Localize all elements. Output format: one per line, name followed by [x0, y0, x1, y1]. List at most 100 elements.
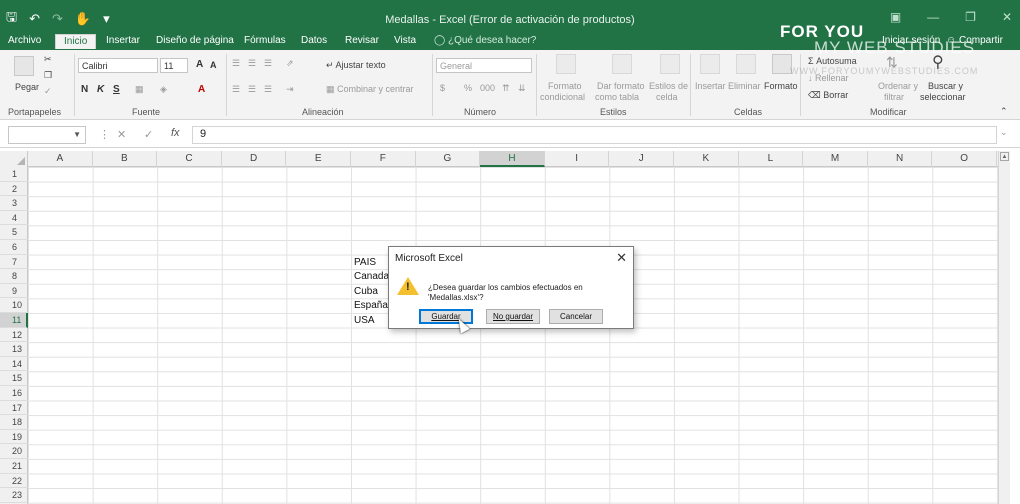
column-header-j[interactable]: J	[609, 151, 674, 167]
collapse-ribbon-icon[interactable]: ⌃	[1000, 106, 1008, 117]
tab-vista[interactable]: Vista	[394, 35, 416, 46]
formula-input[interactable]	[192, 126, 997, 144]
tab-inicio[interactable]: Inicio	[55, 34, 97, 49]
cell-f8[interactable]: Canada	[354, 271, 389, 282]
tab-formulas[interactable]: Fórmulas	[244, 35, 286, 46]
cell-f9[interactable]: Cuba	[354, 286, 378, 297]
align-right-icon[interactable]: ☰	[264, 84, 272, 95]
worksheet-grid[interactable]: PAIS Canada Cuba España USA	[28, 167, 998, 504]
row-header-3[interactable]: 3	[0, 196, 28, 211]
row-header-19[interactable]: 19	[0, 430, 28, 445]
paste-icon[interactable]	[14, 56, 34, 76]
tab-revisar[interactable]: Revisar	[345, 35, 379, 46]
column-header-e[interactable]: E	[286, 151, 351, 167]
align-top-icon[interactable]: ☰	[232, 58, 240, 69]
font-name-select[interactable]: Calibri	[78, 58, 158, 73]
percent-button[interactable]: %	[464, 83, 472, 93]
align-left-icon[interactable]: ☰	[232, 84, 240, 95]
tab-insertar[interactable]: Insertar	[106, 35, 140, 46]
column-header-m[interactable]: M	[803, 151, 868, 167]
format-table-icon[interactable]	[612, 54, 632, 74]
row-header-15[interactable]: 15	[0, 371, 28, 386]
currency-button[interactable]: $	[440, 83, 445, 93]
cancel-icon[interactable]: ✕	[117, 128, 126, 141]
format-painter-icon[interactable]: ✓	[44, 86, 52, 97]
column-header-i[interactable]: I	[545, 151, 610, 167]
shrink-font-icon[interactable]: A	[210, 60, 217, 70]
row-header-16[interactable]: 16	[0, 386, 28, 401]
wrap-text-button[interactable]: ↵ Ajustar texto	[326, 60, 386, 71]
restore-icon[interactable]: ❐	[965, 10, 976, 24]
row-header-9[interactable]: 9	[0, 284, 28, 299]
close-window-icon[interactable]: ✕	[1002, 10, 1012, 24]
enter-icon[interactable]: ✓	[144, 128, 153, 141]
column-header-c[interactable]: C	[157, 151, 222, 167]
expand-formula-icon[interactable]: ⌄	[1000, 127, 1008, 138]
indent-icon[interactable]: ⇥	[286, 84, 294, 95]
dont-save-button[interactable]: No guardar	[486, 309, 540, 324]
borders-icon[interactable]: ▦	[135, 84, 144, 95]
vertical-scrollbar[interactable]: ▲	[998, 151, 1010, 504]
row-header-10[interactable]: 10	[0, 298, 28, 313]
thousands-button[interactable]: 000	[480, 83, 495, 93]
orientation-icon[interactable]: ⇗	[286, 58, 294, 69]
column-header-l[interactable]: L	[739, 151, 804, 167]
column-header-a[interactable]: A	[28, 151, 93, 167]
row-header-12[interactable]: 12	[0, 328, 28, 343]
row-header-22[interactable]: 22	[0, 474, 28, 489]
row-header-6[interactable]: 6	[0, 240, 28, 255]
paste-button[interactable]: Pegar	[15, 82, 39, 92]
delete-cells-button[interactable]: Eliminar	[728, 81, 761, 91]
cell-styles-button[interactable]: Estilos de	[649, 81, 688, 91]
merge-center-button[interactable]: ▦ Combinar y centrar	[326, 84, 414, 95]
font-color-icon[interactable]: A	[198, 84, 205, 95]
align-center-icon[interactable]: ☰	[248, 84, 256, 95]
align-middle-icon[interactable]: ☰	[248, 58, 256, 69]
row-header-14[interactable]: 14	[0, 357, 28, 372]
find-select-button[interactable]: Buscar y	[928, 81, 963, 91]
ribbon-display-icon[interactable]: ▣	[890, 10, 901, 24]
row-header-11[interactable]: 11	[0, 313, 28, 328]
cut-icon[interactable]: ✂	[44, 54, 52, 65]
delete-cells-icon[interactable]	[736, 54, 756, 74]
column-header-g[interactable]: G	[416, 151, 481, 167]
number-format-select[interactable]: General	[436, 58, 532, 73]
format-table-button[interactable]: Dar formato	[597, 81, 645, 91]
bold-button[interactable]: N	[81, 84, 88, 95]
italic-button[interactable]: K	[97, 84, 104, 95]
column-header-f[interactable]: F	[351, 151, 416, 167]
column-header-n[interactable]: N	[868, 151, 933, 167]
column-header-d[interactable]: D	[222, 151, 287, 167]
row-header-7[interactable]: 7	[0, 255, 28, 270]
row-header-4[interactable]: 4	[0, 211, 28, 226]
cell-f11[interactable]: USA	[354, 315, 375, 326]
copy-icon[interactable]: ❐	[44, 70, 52, 81]
chevron-down-icon[interactable]: ▼	[73, 130, 81, 139]
cancel-button[interactable]: Cancelar	[549, 309, 603, 324]
row-header-8[interactable]: 8	[0, 269, 28, 284]
clear-button[interactable]: ⌫ Borrar	[808, 90, 848, 101]
minimize-icon[interactable]: —	[927, 10, 939, 24]
select-all-button[interactable]	[0, 151, 28, 167]
tab-diseno-pagina[interactable]: Diseño de página	[156, 35, 234, 46]
row-header-13[interactable]: 13	[0, 342, 28, 357]
sort-filter-button[interactable]: Ordenar y	[878, 81, 918, 91]
font-size-select[interactable]: 11	[160, 58, 188, 73]
tab-datos[interactable]: Datos	[301, 35, 327, 46]
format-cells-button[interactable]: Formato	[764, 81, 798, 91]
row-header-20[interactable]: 20	[0, 444, 28, 459]
cell-f10[interactable]: España	[354, 300, 388, 311]
column-header-o[interactable]: O	[932, 151, 997, 167]
conditional-format-icon[interactable]	[556, 54, 576, 74]
decimal-increase-icon[interactable]: ⇈	[502, 83, 510, 94]
tell-me-box[interactable]: ◯ ¿Qué desea hacer?	[434, 35, 536, 46]
scroll-up-icon[interactable]: ▲	[1000, 152, 1009, 161]
cell-styles-icon[interactable]	[660, 54, 680, 74]
fill-color-icon[interactable]: ◈	[160, 84, 167, 95]
column-header-h[interactable]: H	[480, 151, 545, 167]
insert-cells-button[interactable]: Insertar	[695, 81, 726, 91]
decimal-decrease-icon[interactable]: ⇊	[518, 83, 526, 94]
insert-cells-icon[interactable]	[700, 54, 720, 74]
column-header-k[interactable]: K	[674, 151, 739, 167]
row-header-23[interactable]: 23	[0, 488, 28, 503]
